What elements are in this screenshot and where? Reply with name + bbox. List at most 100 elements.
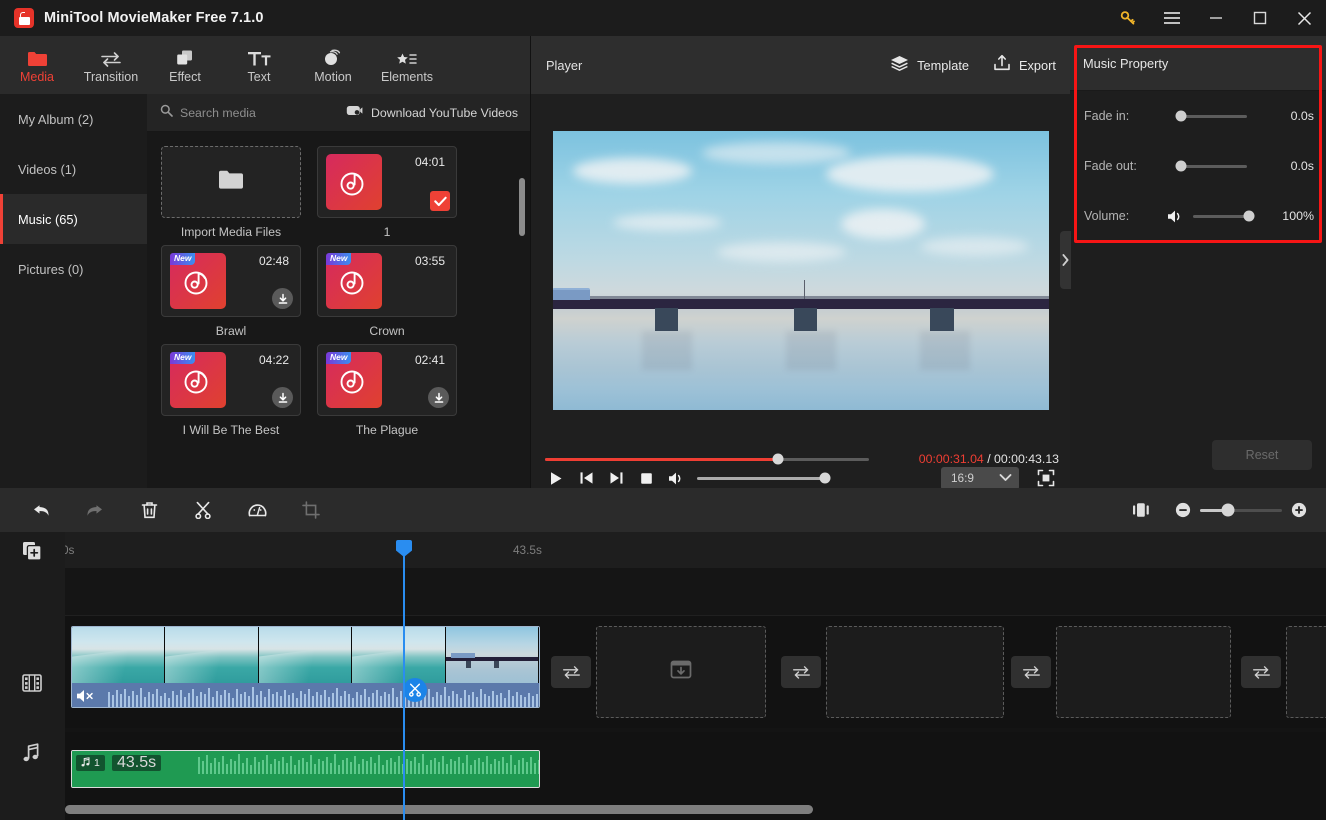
- download-youtube-label: Download YouTube Videos: [371, 105, 518, 120]
- transition-slot-button[interactable]: [551, 656, 591, 688]
- import-media-dropzone[interactable]: [161, 146, 301, 218]
- crop-button[interactable]: [284, 488, 338, 532]
- volume-handle[interactable]: [1243, 210, 1255, 222]
- add-track-icon[interactable]: [22, 541, 42, 566]
- reset-button[interactable]: Reset: [1212, 440, 1312, 470]
- close-icon[interactable]: [1282, 0, 1326, 36]
- mute-icon[interactable]: [76, 688, 95, 704]
- timeline-zoom-slider[interactable]: [1200, 503, 1282, 517]
- media-drop-slot[interactable]: [826, 626, 1004, 718]
- media-drop-slot[interactable]: [1286, 626, 1326, 718]
- media-item[interactable]: New 04:22 I Will Be The Best: [161, 344, 301, 437]
- timeline-zoom-handle[interactable]: [1221, 503, 1235, 517]
- search-input[interactable]: Search media: [160, 104, 256, 122]
- aspect-ratio-select[interactable]: 16:9: [941, 466, 1019, 490]
- toolbar-label-text: Text: [247, 69, 271, 84]
- media-drop-slot[interactable]: [596, 626, 766, 718]
- redo-button[interactable]: [68, 488, 122, 532]
- media-item-duration: 03:55: [414, 254, 445, 268]
- timeline-empty-row[interactable]: [65, 568, 1326, 616]
- toolbar-item-motion[interactable]: Motion: [296, 36, 370, 94]
- sidebar-item-videos[interactable]: Videos (1): [0, 144, 147, 194]
- panel-collapse-toggle[interactable]: [1060, 231, 1071, 289]
- toolbar-item-media[interactable]: Media: [0, 36, 74, 94]
- video-preview[interactable]: [553, 130, 1049, 410]
- download-icon[interactable]: [428, 387, 449, 408]
- timeline-ruler[interactable]: 0s 43.5s: [0, 532, 1326, 568]
- media-item-thumb[interactable]: New 04:22: [161, 344, 301, 416]
- key-icon[interactable]: [1106, 0, 1150, 36]
- layers-icon: [890, 55, 909, 76]
- menu-icon[interactable]: [1150, 0, 1194, 36]
- cloud: [825, 155, 995, 192]
- media-item[interactable]: New 02:41 The Plague: [317, 344, 457, 437]
- template-button[interactable]: Template: [890, 55, 969, 76]
- media-drop-slot[interactable]: [1056, 626, 1231, 718]
- delete-button[interactable]: [122, 488, 176, 532]
- split-button[interactable]: [176, 488, 230, 532]
- transition-slot-button[interactable]: [1241, 656, 1281, 688]
- export-button[interactable]: Export: [993, 54, 1056, 76]
- seek-bar[interactable]: [545, 453, 869, 465]
- app-title: MiniTool MovieMaker Free 7.1.0: [44, 10, 264, 26]
- fullscreen-button[interactable]: [1035, 467, 1057, 489]
- toolbar-item-elements[interactable]: Elements: [370, 36, 444, 94]
- minimize-icon[interactable]: [1194, 0, 1238, 36]
- sidebar-label-pictures: Pictures (0): [18, 261, 84, 277]
- media-item-thumb[interactable]: New 03:55: [317, 245, 457, 317]
- media-panel: Search media Download YouTube Videos Imp…: [147, 94, 530, 488]
- audio-clip[interactable]: 1 43.5s: [71, 750, 540, 788]
- media-item-selected-check-icon[interactable]: [430, 191, 450, 211]
- speed-button[interactable]: [230, 488, 284, 532]
- undo-button[interactable]: [14, 488, 68, 532]
- total-time: 00:00:43.13: [994, 452, 1059, 466]
- fade-out-value: 0.0s: [1290, 159, 1314, 173]
- transport-controls: 16:9: [531, 466, 1071, 490]
- media-item[interactable]: 04:01 1: [317, 146, 457, 239]
- fade-out-slider[interactable]: [1175, 160, 1247, 172]
- clip-split-button[interactable]: [403, 678, 427, 702]
- sidebar-item-pictures[interactable]: Pictures (0): [0, 244, 147, 294]
- timeline-playhead[interactable]: [403, 552, 405, 820]
- search-icon: [160, 104, 173, 122]
- toolbar-item-transition[interactable]: Transition: [74, 36, 148, 94]
- toolbar-label-transition: Transition: [83, 69, 139, 84]
- seek-handle[interactable]: [772, 453, 784, 465]
- media-item-thumb[interactable]: New 02:48: [161, 245, 301, 317]
- fade-out-handle[interactable]: [1175, 160, 1187, 172]
- zoom-out-button[interactable]: [1168, 488, 1198, 532]
- transition-slot-button[interactable]: [1011, 656, 1051, 688]
- toolbar-item-effect[interactable]: Effect: [148, 36, 222, 94]
- media-item-thumb[interactable]: New 02:41: [317, 344, 457, 416]
- toolbar-item-text[interactable]: Text: [222, 36, 296, 94]
- sidebar-label-videos: Videos (1): [18, 161, 77, 177]
- media-item[interactable]: New 02:48 Brawl: [161, 245, 301, 338]
- maximize-icon[interactable]: [1238, 0, 1282, 36]
- transition-slot-button[interactable]: [781, 656, 821, 688]
- reflection: [786, 331, 836, 371]
- media-item[interactable]: New 03:55 Crown: [317, 245, 457, 338]
- player-volume-slider[interactable]: [697, 472, 831, 484]
- fit-timeline-button[interactable]: [1114, 488, 1168, 532]
- player-volume-handle[interactable]: [819, 472, 831, 484]
- import-media-cell[interactable]: Import Media Files: [161, 146, 301, 239]
- media-scrollbar[interactable]: [519, 178, 525, 236]
- zoom-in-button[interactable]: [1284, 488, 1314, 532]
- fade-in-handle[interactable]: [1175, 110, 1187, 122]
- download-icon[interactable]: [272, 387, 293, 408]
- download-icon[interactable]: [272, 288, 293, 309]
- video-clip[interactable]: [71, 626, 540, 708]
- speaker-icon[interactable]: [1167, 209, 1184, 224]
- trash-icon: [141, 502, 157, 519]
- video-track[interactable]: [65, 616, 1326, 728]
- volume-slider[interactable]: [1193, 210, 1255, 222]
- sidebar-item-my-album[interactable]: My Album (2): [0, 94, 147, 144]
- download-youtube-button[interactable]: Download YouTube Videos: [346, 104, 518, 122]
- music-property-panel: Music Property Fade in: 0.0s Fade out: 0…: [1060, 36, 1326, 488]
- fade-in-slider[interactable]: [1175, 110, 1247, 122]
- media-item-thumb[interactable]: 04:01: [317, 146, 457, 218]
- reflection: [642, 331, 692, 371]
- timeline-horizontal-scrollbar[interactable]: [65, 805, 813, 814]
- sidebar-item-music[interactable]: Music (65): [0, 194, 147, 244]
- timeline-toolbar: [0, 488, 1326, 532]
